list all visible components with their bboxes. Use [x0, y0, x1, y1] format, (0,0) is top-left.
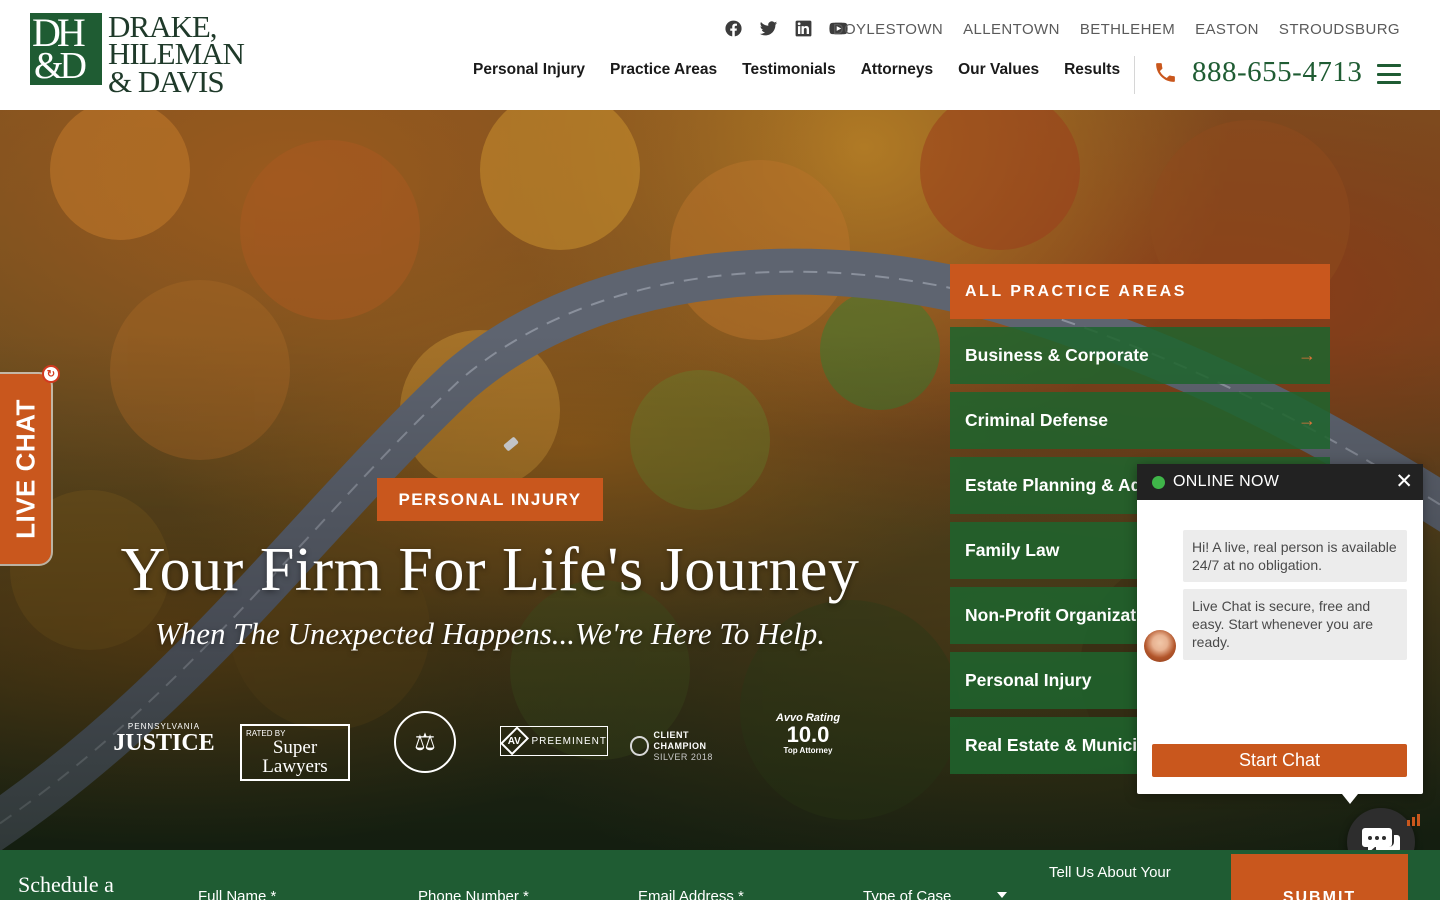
nav-divider — [1134, 56, 1135, 94]
linkedin-icon[interactable] — [794, 19, 813, 38]
practice-area-label: Non-Profit Organizat — [965, 605, 1137, 625]
badge-super-large: Super Lawyers — [262, 737, 328, 777]
chat-message: Hi! A live, real person is available 24/… — [1183, 530, 1407, 583]
close-icon[interactable]: ✕ — [1395, 469, 1413, 494]
location-easton[interactable]: EASTON — [1195, 21, 1259, 38]
practice-areas-header[interactable]: ALL PRACTICE AREAS — [950, 264, 1330, 319]
live-chat-tab[interactable]: LIVE CHAT — [0, 374, 51, 564]
location-allentown[interactable]: ALLENTOWN — [963, 21, 1060, 38]
phone-number: 888-655-4713 — [1192, 56, 1363, 88]
site-header: DH &D DRAKE, HILEMAN & DAVIS DOYLESTOWN … — [0, 0, 1440, 110]
social-links — [724, 19, 848, 38]
practice-area-label: Personal Injury — [965, 670, 1092, 690]
badge-client-champion: CLIENT CHAMPION SILVER 2018 — [630, 730, 742, 762]
main-nav: Personal Injury Practice Areas Testimoni… — [473, 61, 1120, 79]
hero-headline: Your Firm For Life's Journey — [120, 536, 860, 604]
case-type-select[interactable]: Type of Case — [863, 888, 951, 900]
message-field[interactable]: Tell Us About Your — [1049, 864, 1171, 881]
logo-monogram-bottom: &D — [34, 45, 87, 87]
full-name-field[interactable]: Full Name * — [198, 888, 276, 900]
chevron-down-icon — [997, 892, 1007, 898]
practice-area-label: Business & Corporate — [965, 345, 1149, 365]
phone-link[interactable]: 888-655-4713 — [1153, 56, 1362, 89]
arrow-right-icon: → — [1298, 410, 1316, 430]
logo-wordmark: DRAKE, HILEMAN & DAVIS — [108, 11, 245, 97]
signal-bars-icon — [1407, 814, 1420, 826]
facebook-icon[interactable] — [724, 19, 743, 38]
badge-avvo-rating: Avvo Rating 10.0 Top Attorney — [770, 712, 846, 755]
live-chat-tab-label: LIVE CHAT — [10, 399, 40, 539]
phone-icon — [1156, 63, 1175, 82]
practice-area-label: Family Law — [965, 540, 1060, 560]
email-field[interactable]: Email Address * — [638, 888, 744, 900]
twitter-icon[interactable] — [759, 19, 778, 38]
badge-pa-justice: PENNSYLVANIA JUSTICE — [112, 722, 216, 755]
submit-button[interactable]: SUBMIT — [1231, 854, 1408, 900]
practice-area-label: Estate Planning & Adi — [965, 475, 1147, 495]
menu-hamburger-icon[interactable] — [1377, 64, 1401, 84]
badge-avvo-text: Top Attorney — [783, 746, 833, 755]
chat-header: ONLINE NOW ✕ — [1137, 464, 1423, 500]
badge-justice-large: JUSTICE — [113, 730, 215, 756]
hero-category-tag: PERSONAL INJURY — [377, 478, 603, 521]
nav-personal-injury[interactable]: Personal Injury — [473, 61, 585, 79]
firm-logo[interactable]: DH &D DRAKE, HILEMAN & DAVIS — [30, 11, 250, 97]
practice-area-label: Real Estate & Municip — [965, 735, 1148, 755]
badge-av-text: PREEMINENT — [531, 735, 607, 747]
location-links: DOYLESTOWN ALLENTOWN BETHLEHEM EASTON ST… — [833, 21, 1400, 38]
nav-practice-areas[interactable]: Practice Areas — [610, 61, 717, 79]
practice-area-label: Criminal Defense — [965, 410, 1108, 430]
logo-monogram: DH &D — [30, 13, 102, 85]
hero-subheadline: When The Unexpected Happens...We're Here… — [154, 616, 826, 651]
award-badges: PENNSYLVANIA JUSTICE RATED BY Super Lawy… — [112, 708, 852, 781]
badge-avvo-score: 10.0 — [786, 722, 830, 747]
client-champion-icon — [630, 736, 650, 757]
av-diamond-icon: AV — [500, 726, 530, 756]
schedule-title: Schedule a — [18, 872, 114, 897]
practice-area-business[interactable]: Business & Corporate → — [950, 327, 1330, 384]
location-bethlehem[interactable]: BETHLEHEM — [1080, 21, 1175, 38]
phone-number-field[interactable]: Phone Number * — [418, 888, 529, 900]
nav-results[interactable]: Results — [1064, 61, 1120, 79]
start-chat-button[interactable]: Start Chat — [1152, 744, 1407, 777]
chat-popup: ONLINE NOW ✕ Hi! A live, real person is … — [1137, 464, 1423, 794]
badge-super-lawyers: RATED BY Super Lawyers — [240, 724, 350, 781]
online-status-icon — [1152, 475, 1165, 489]
chat-popup-pointer — [1342, 794, 1358, 804]
chat-message: Live Chat is secure, free and easy. Star… — [1183, 589, 1407, 660]
schedule-form-bar: Schedule a Full Name * Phone Number * Em… — [0, 850, 1440, 900]
location-stroudsburg[interactable]: STROUDSBURG — [1279, 21, 1400, 38]
nav-testimonials[interactable]: Testimonials — [742, 61, 836, 79]
nav-attorneys[interactable]: Attorneys — [861, 61, 933, 79]
arrow-right-icon: → — [1298, 345, 1316, 365]
badge-av-preeminent: AV PREEMINENT — [500, 726, 608, 756]
agent-avatar — [1144, 630, 1176, 662]
location-doylestown[interactable]: DOYLESTOWN — [833, 21, 943, 38]
badge-million-dollar-icon: ⚖ — [394, 711, 456, 773]
nav-our-values[interactable]: Our Values — [958, 61, 1039, 79]
logo-line-3: & DAVIS — [108, 63, 225, 99]
badge-client-text1: CLIENT CHAMPION — [653, 730, 707, 751]
chat-status: ONLINE NOW — [1173, 473, 1280, 490]
chat-notification-icon: ↻ — [42, 365, 60, 383]
badge-client-text2: SILVER 2018 — [653, 751, 713, 762]
practice-area-criminal[interactable]: Criminal Defense → — [950, 392, 1330, 449]
